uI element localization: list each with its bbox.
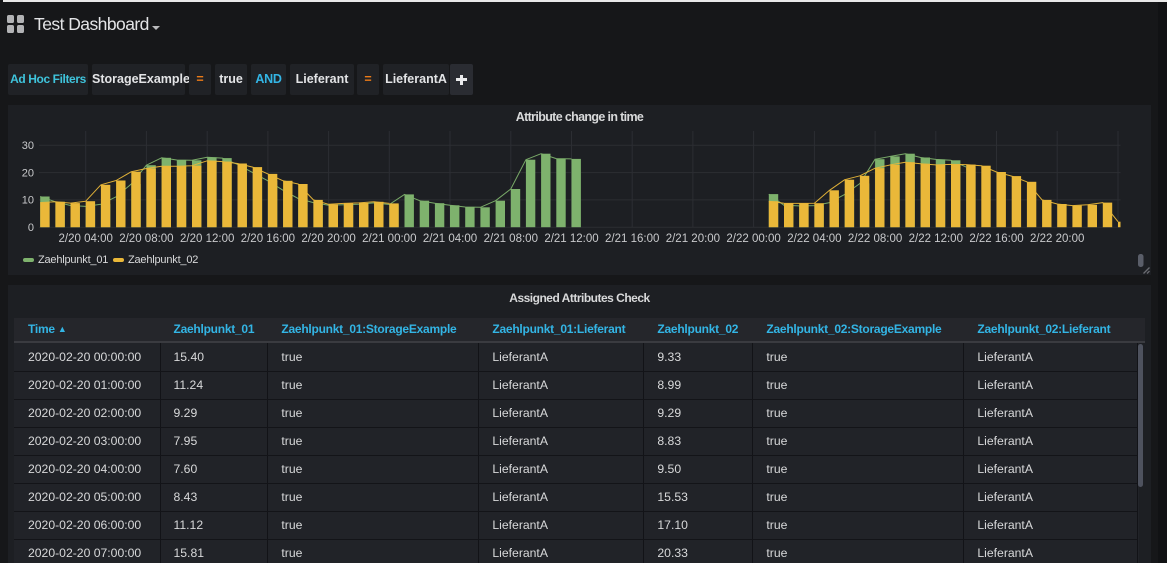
svg-text:0: 0 (28, 222, 34, 234)
svg-text:2/22 20:00: 2/22 20:00 (1030, 233, 1084, 245)
svg-text:2/20 20:00: 2/20 20:00 (301, 233, 355, 245)
svg-text:2/20 08:00: 2/20 08:00 (119, 233, 173, 245)
svg-text:2/21 08:00: 2/21 08:00 (484, 233, 538, 245)
svg-text:2/21 16:00: 2/21 16:00 (605, 233, 659, 245)
svg-text:2/22 16:00: 2/22 16:00 (969, 233, 1023, 245)
svg-text:20: 20 (22, 167, 34, 179)
svg-text:30: 30 (22, 140, 34, 152)
svg-text:2/22 00:00: 2/22 00:00 (726, 233, 780, 245)
svg-text:2/21 20:00: 2/21 20:00 (666, 233, 720, 245)
svg-text:2/22 08:00: 2/22 08:00 (848, 233, 902, 245)
svg-text:2/20 12:00: 2/20 12:00 (180, 233, 234, 245)
svg-text:2/21 04:00: 2/21 04:00 (423, 233, 477, 245)
svg-text:2/21 00:00: 2/21 00:00 (362, 233, 416, 245)
svg-text:2/20 16:00: 2/20 16:00 (241, 233, 295, 245)
svg-text:2/21 12:00: 2/21 12:00 (544, 233, 598, 245)
svg-text:2/22 12:00: 2/22 12:00 (909, 233, 963, 245)
svg-text:2/20 04:00: 2/20 04:00 (59, 233, 113, 245)
svg-text:10: 10 (22, 195, 34, 207)
svg-text:2/22 04:00: 2/22 04:00 (787, 233, 841, 245)
